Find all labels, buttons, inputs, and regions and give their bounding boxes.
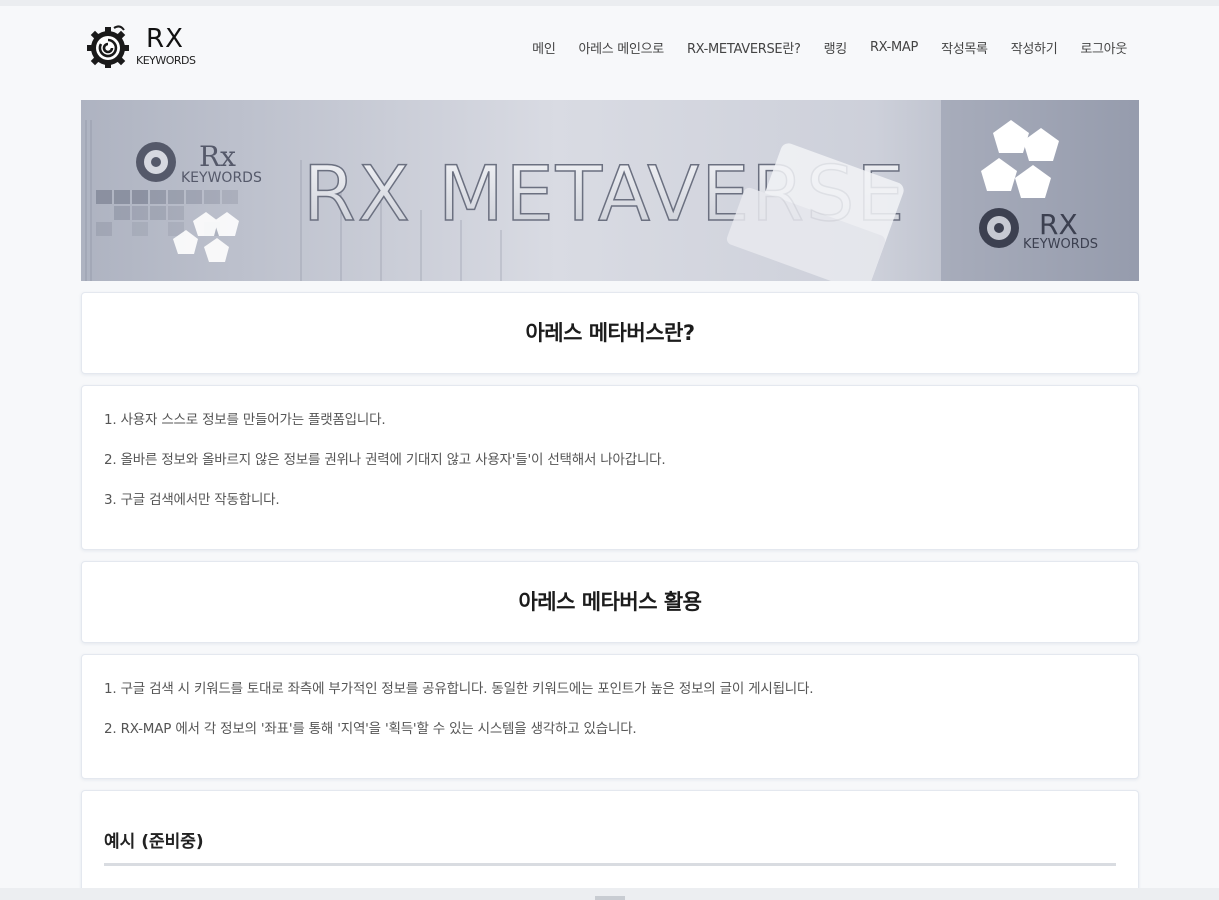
svg-text:KEYWORDS: KEYWORDS xyxy=(181,170,262,186)
nav-item-logout[interactable]: 로그아웃 xyxy=(1080,38,1127,57)
usage-list: 1. 구글 검색 시 키워드를 토대로 좌측에 부가적인 정보를 공유합니다. … xyxy=(104,679,1118,759)
nav-item-write-list[interactable]: 작성목록 xyxy=(941,38,988,57)
example-divider xyxy=(104,863,1116,866)
section-title: 아레스 메타버스란? xyxy=(525,321,695,345)
list-item: 3. 구글 검색에서만 작동합니다. xyxy=(104,492,280,508)
svg-text:Rx: Rx xyxy=(199,140,236,173)
logo-sub-text: KEYWORDS xyxy=(136,54,196,67)
nav-item-rx-map[interactable]: RX-MAP xyxy=(870,40,918,55)
banner-graphic: Rx KEYWORDS RX METAVERSE RX KEYWORDS xyxy=(81,100,1139,281)
svg-text:KEYWORDS: KEYWORDS xyxy=(1023,237,1098,252)
logo-main-text: RX xyxy=(146,24,184,54)
site-header: RX KEYWORDS 메인 아레스 메인으로 RX-METAVERSE란? 랭… xyxy=(0,6,1219,90)
list-item: 2. 올바른 정보와 올바르지 않은 정보를 권위나 권력에 기대지 않고 사용… xyxy=(104,452,666,468)
list-item: 1. 구글 검색 시 키워드를 토대로 좌측에 부가적인 정보를 공유합니다. … xyxy=(104,681,814,697)
nav-item-main[interactable]: 메인 xyxy=(532,38,556,57)
section-example: 예시 (준비중) xyxy=(81,790,1139,900)
example-title: 예시 (준비중) xyxy=(104,832,204,852)
nav-item-ares-main[interactable]: 아레스 메인으로 xyxy=(578,38,664,57)
nav-item-rx-metaverse[interactable]: RX-METAVERSE란? xyxy=(687,38,801,57)
nav-item-ranking[interactable]: 랭킹 xyxy=(824,38,848,57)
spiral-gear-logo-icon xyxy=(87,25,129,68)
site-logo[interactable]: RX KEYWORDS xyxy=(84,20,214,72)
section-usage-header: 아레스 메타버스 활용 xyxy=(81,561,1139,643)
section-usage-body: 1. 구글 검색 시 키워드를 토대로 좌측에 부가적인 정보를 공유합니다. … xyxy=(81,654,1139,779)
section-what-is-metaverse-body: 1. 사용자 스스로 정보를 만들어가는 플랫폼입니다. 2. 올바른 정보와 … xyxy=(81,385,1139,550)
list-item: 1. 사용자 스스로 정보를 만들어가는 플랫폼입니다. xyxy=(104,412,386,428)
section-title: 아레스 메타버스 활용 xyxy=(518,590,702,614)
list-item: 2. RX-MAP 에서 각 정보의 '좌표'를 통해 '지역'을 '획득'할 … xyxy=(104,721,637,737)
main-nav: 메인 아레스 메인으로 RX-METAVERSE란? 랭킹 RX-MAP 작성목… xyxy=(532,38,1127,57)
hero-banner: Rx KEYWORDS RX METAVERSE RX KEYWORDS xyxy=(81,100,1139,281)
nav-item-write[interactable]: 작성하기 xyxy=(1011,38,1058,57)
info-list: 1. 사용자 스스로 정보를 만들어가는 플랫폼입니다. 2. 올바른 정보와 … xyxy=(104,410,1118,530)
logo-text: RX KEYWORDS xyxy=(136,24,208,68)
section-what-is-metaverse-header: 아레스 메타버스란? xyxy=(81,292,1139,374)
horizontal-scrollbar-thumb[interactable] xyxy=(595,896,625,900)
